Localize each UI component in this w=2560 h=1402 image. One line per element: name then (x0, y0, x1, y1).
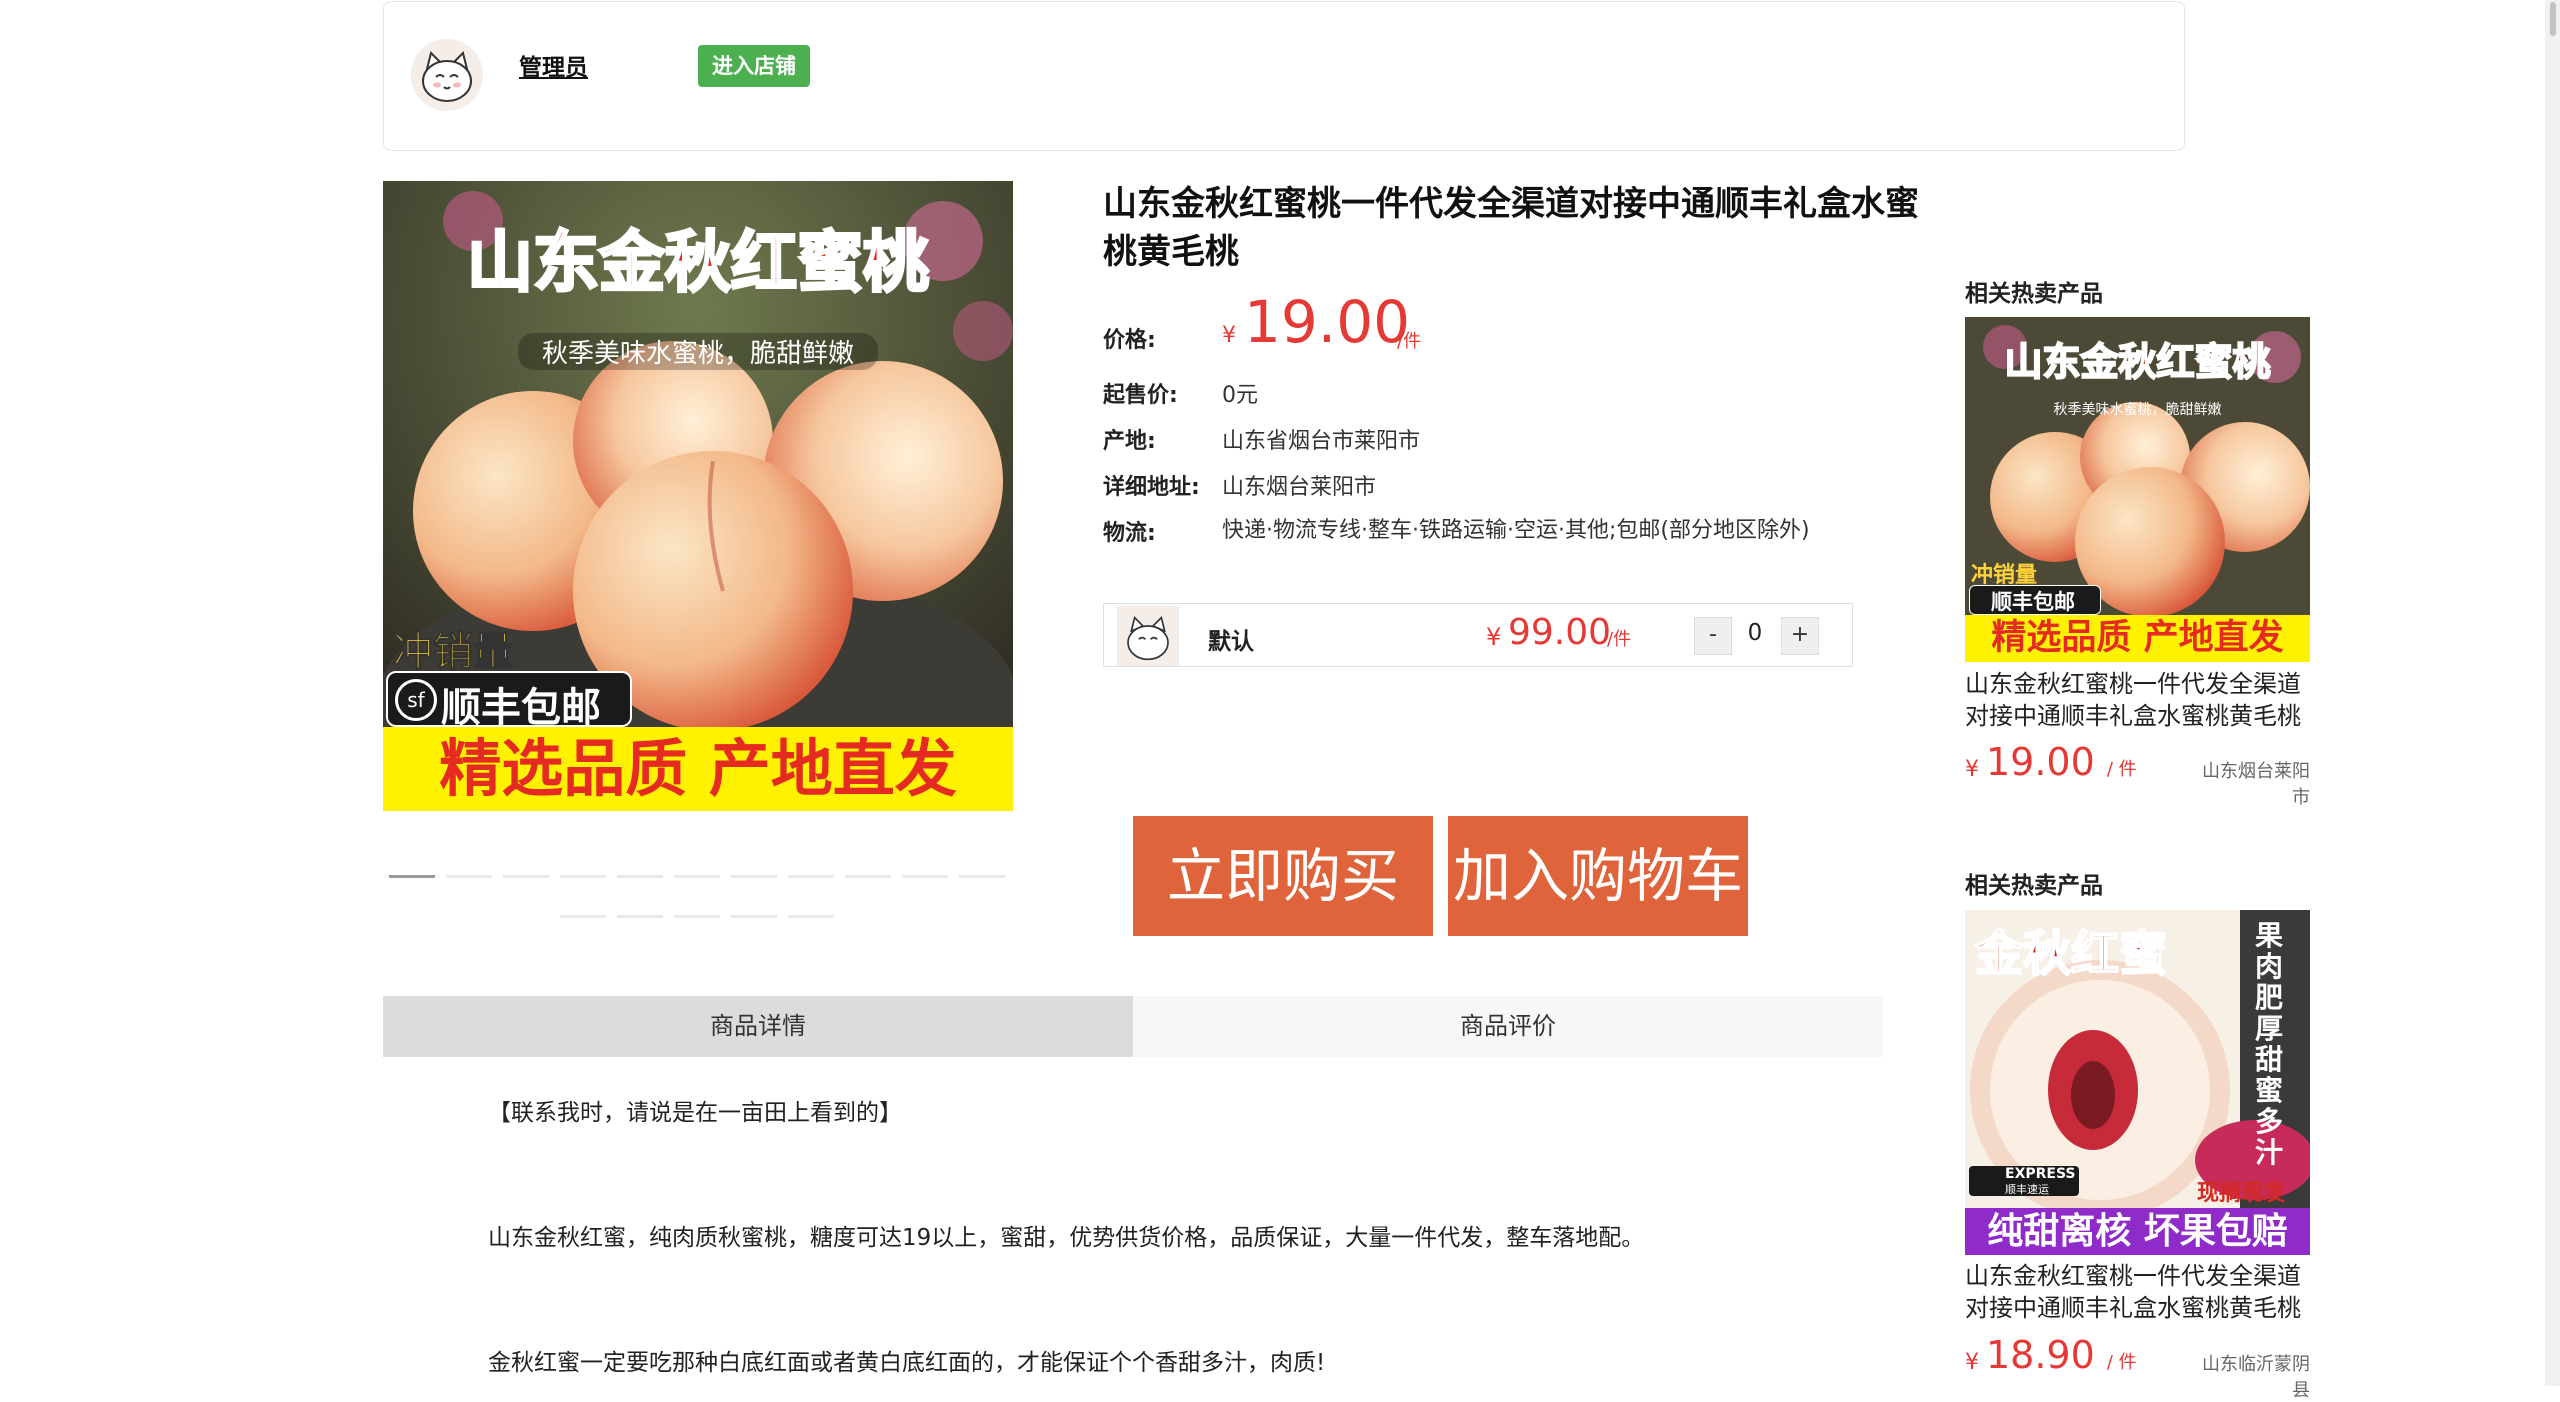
related-image-headline: 金秋红蜜 (1974, 925, 2168, 983)
carousel-dot[interactable] (674, 875, 720, 878)
image-headline: 山东金秋红蜜桃 (466, 223, 931, 303)
related-price-value: 18.90 (1986, 1333, 2095, 1377)
carousel-dot[interactable] (617, 915, 663, 918)
scrollbar-thumb[interactable] (2550, 2, 2556, 36)
related-price-value: 19.00 (1986, 740, 2095, 784)
min-price-value: 0元 (1222, 383, 1258, 408)
price-currency: ¥ (1222, 323, 1236, 348)
image-sticker-sf: 顺丰包邮 (441, 685, 601, 731)
related-product-location: 山东临沂蒙阴县 (2202, 1354, 2310, 1401)
shop-avatar[interactable] (411, 39, 483, 111)
detail-paragraph: 【联系我时，请说是在一亩田上看到的】 (488, 1100, 902, 1126)
carousel-dot[interactable] (902, 875, 948, 878)
image-banner: 精选品质 产地直发 (383, 727, 1013, 811)
related-image-banner: 纯甜离核 坏果包赔 (1965, 1208, 2310, 1255)
vertical-scrollbar[interactable] (2545, 0, 2560, 1386)
related-image-tag: 现摘现发 (2197, 1181, 2286, 1206)
logistics-label: 物流: (1103, 521, 1156, 546)
related-image-side-text: 果肉肥厚甜蜜多汁 (2255, 919, 2284, 1169)
sku-unit: /件 (1607, 629, 1632, 650)
related-image-express: EXPRESS (2005, 1166, 2076, 1182)
carousel-dot[interactable] (788, 915, 834, 918)
logistics-value: 快递·物流专线·整车·铁路运输·空运·其他;包邮(部分地区除外) (1222, 518, 1810, 543)
add-to-cart-button[interactable]: 加入购物车 (1448, 816, 1748, 936)
image-sticker-top: 冲销量 (393, 629, 514, 676)
sku-currency: ¥ (1486, 623, 1502, 651)
carousel-dot[interactable] (503, 875, 549, 878)
quantity-decrease-button[interactable]: - (1694, 617, 1732, 655)
price-value: 19.00 (1244, 288, 1411, 356)
quantity-value[interactable]: 0 (1745, 620, 1765, 646)
related-product-image[interactable]: 山东金秋红蜜桃 秋季美味水蜜桃，脆甜鲜嫩 冲销量 顺丰包邮 精选品质 产地直发 (1965, 317, 2310, 662)
carousel-dot[interactable] (389, 875, 435, 878)
carousel-dot[interactable] (788, 875, 834, 878)
detail-paragraph: 山东金秋红蜜，纯肉质秋蜜桃，糖度可达19以上，蜜甜，优势供货价格，品质保证，大量… (488, 1225, 1645, 1251)
carousel-dot[interactable] (845, 875, 891, 878)
image-subline: 秋季美味水蜜桃，脆甜鲜嫩 (518, 333, 878, 370)
related-product-name[interactable]: 山东金秋红蜜桃一件代发全渠道对接中通顺丰礼盒水蜜桃黄毛桃 (1965, 668, 2315, 732)
main-product-image[interactable]: 山东金秋红蜜桃 秋季美味水蜜桃，脆甜鲜嫩 冲销量 sf 顺丰包邮 精选品质 产地… (383, 181, 1013, 811)
quantity-increase-button[interactable]: + (1781, 617, 1819, 655)
price-unit: /件 (1397, 331, 1422, 352)
shop-name-link[interactable]: 管理员 (519, 48, 588, 82)
carousel-dot[interactable] (560, 915, 606, 918)
related-product-name[interactable]: 山东金秋红蜜桃一件代发全渠道对接中通顺丰礼盒水蜜桃黄毛桃 (1965, 1260, 2315, 1324)
related-image-headline: 山东金秋红蜜桃 (2003, 339, 2271, 385)
tab-product-reviews[interactable]: 商品评价 (1133, 996, 1883, 1057)
related-product-currency: ¥ (1965, 757, 1979, 782)
buy-now-button[interactable]: 立即购买 (1133, 816, 1433, 936)
related-image-subline: 秋季美味水蜜桃，脆甜鲜嫩 (2053, 402, 2222, 418)
related-product-image[interactable]: 金秋红蜜 果肉肥厚甜蜜多汁 EXPRESS 顺丰速运 现摘现发 纯甜离核 坏果包… (1965, 910, 2310, 1255)
carousel-dot[interactable] (731, 915, 777, 918)
related-product-location: 山东烟台莱阳市 (2202, 761, 2310, 808)
detail-paragraph: 金秋红蜜一定要吃那种白底红面或者黄白底红面的，才能保证个个香甜多汁，肉质! (488, 1350, 1326, 1376)
carousel-dot[interactable] (674, 915, 720, 918)
sf-logo-icon: sf (395, 679, 437, 721)
origin-value: 山东省烟台市莱阳市 (1222, 429, 1421, 454)
address-label: 详细地址: (1103, 475, 1200, 500)
address-value: 山东烟台莱阳市 (1222, 475, 1377, 500)
origin-label: 产地: (1103, 429, 1156, 454)
related-price-unit: / 件 (2106, 1352, 2137, 1373)
related-products-heading: 相关热卖产品 (1965, 281, 2103, 307)
carousel-dot[interactable] (560, 875, 606, 878)
carousel-dot[interactable] (617, 875, 663, 878)
cat-thumbnail-icon (1118, 606, 1178, 666)
carousel-dot[interactable] (959, 875, 1005, 878)
product-title: 山东金秋红蜜桃一件代发全渠道对接中通顺丰礼盒水蜜桃黄毛桃 (1103, 184, 1919, 272)
sku-thumbnail (1117, 606, 1179, 666)
related-product-currency: ¥ (1965, 1350, 1979, 1375)
related-image-sticker-sf: 顺丰包邮 (1991, 590, 2075, 614)
related-image-banner: 精选品质 产地直发 (1965, 615, 2310, 662)
price-label: 价格: (1103, 328, 1156, 353)
cat-avatar-icon (411, 39, 483, 111)
related-product-price: 18.90 / 件 (1986, 1333, 2137, 1377)
enter-shop-button[interactable]: 进入店铺 (698, 45, 810, 87)
sku-price: 99.00 (1508, 612, 1612, 653)
related-product-price: 19.00 / 件 (1986, 740, 2137, 784)
related-products-heading: 相关热卖产品 (1965, 873, 2103, 899)
carousel-dot[interactable] (446, 875, 492, 878)
sku-name: 默认 (1208, 629, 1254, 655)
min-price-label: 起售价: (1103, 383, 1178, 408)
tab-product-details[interactable]: 商品详情 (383, 996, 1133, 1057)
related-price-unit: / 件 (2106, 759, 2137, 780)
carousel-dot[interactable] (731, 875, 777, 878)
related-image-express-cn: 顺丰速运 (2005, 1183, 2049, 1196)
shop-header-card (383, 1, 2185, 151)
